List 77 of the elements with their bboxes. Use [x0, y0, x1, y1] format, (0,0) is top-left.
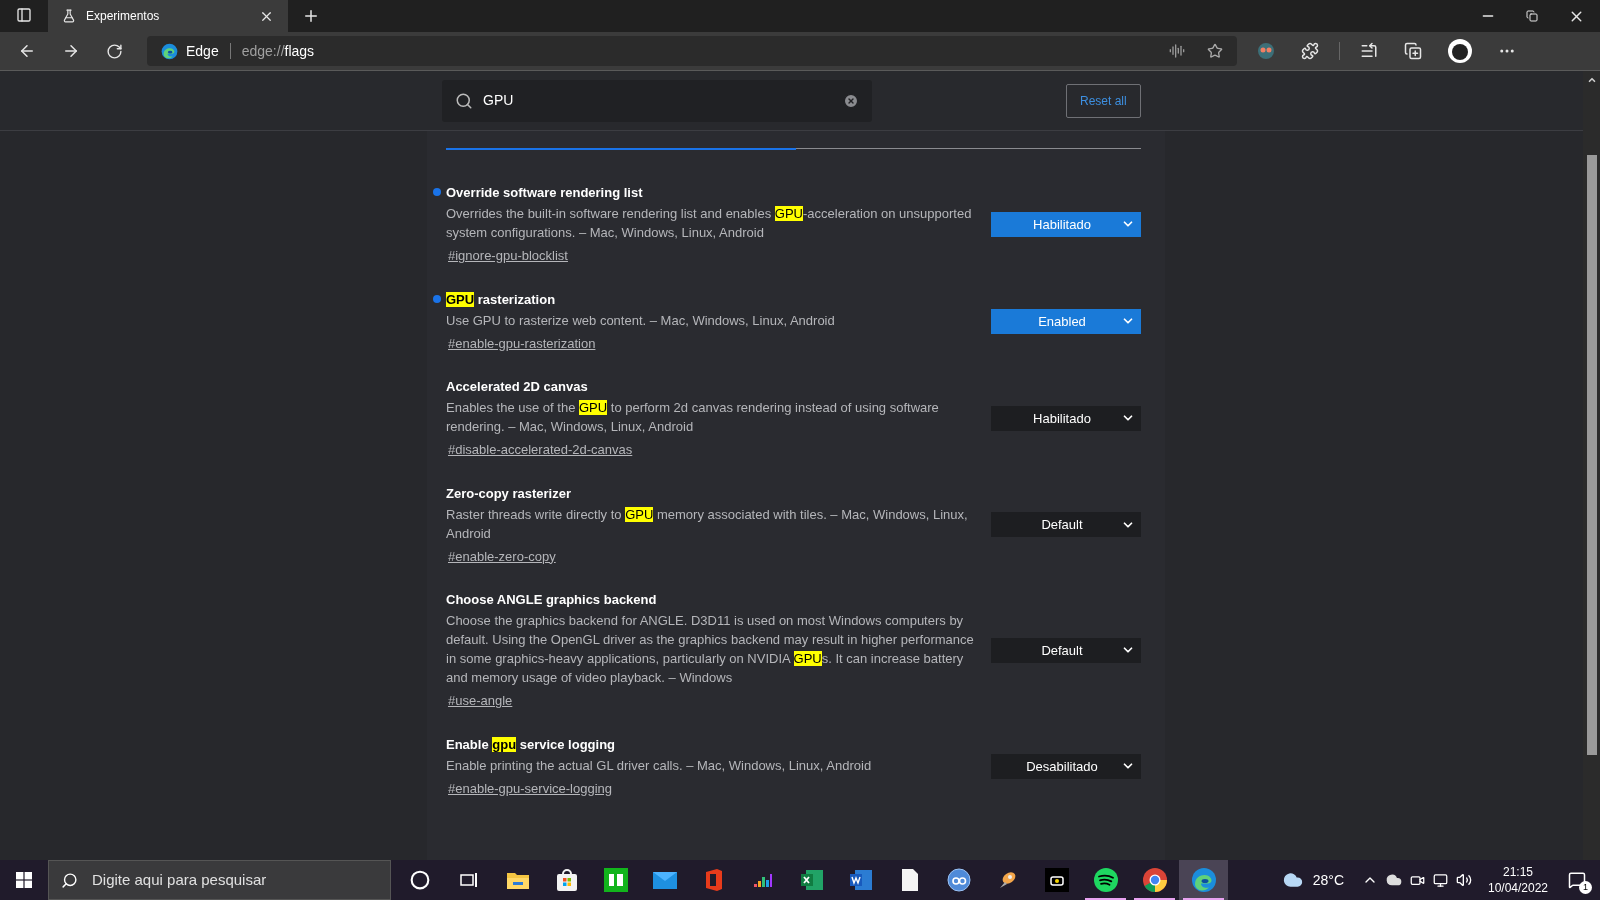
- favorite-star-icon[interactable]: [1207, 43, 1223, 59]
- flag-dropdown[interactable]: Habilitado: [991, 211, 1141, 237]
- cloud-icon[interactable]: [1386, 872, 1402, 888]
- volume-icon[interactable]: [1456, 872, 1472, 888]
- blank-file-icon: [900, 868, 919, 892]
- chrome-icon: [1141, 867, 1168, 893]
- edge-logo-icon: [1190, 867, 1217, 893]
- flag-title: Accelerated 2D canvas: [446, 378, 589, 396]
- clear-icon[interactable]: [843, 92, 859, 109]
- flag-description: Raster threads write directly to GPU memory associated with tiles. – Mac, Windows, Linux, Android: [446, 505, 969, 543]
- circle-icon: [409, 870, 430, 890]
- flag-title: Override software rendering list: [446, 184, 644, 202]
- search-input[interactable]: GPU: [483, 90, 833, 111]
- flag-description: Enable printing the actual GL driver calls. – Mac, Windows, Linux, Android: [446, 756, 873, 775]
- url-text: edge://flags: [241, 41, 315, 61]
- restore-icon[interactable]: [1526, 10, 1538, 22]
- new-tab-icon[interactable]: [302, 7, 320, 25]
- reset-all-button[interactable]: Reset all: [1066, 83, 1141, 118]
- store-bag-icon: [554, 868, 579, 892]
- office-icon: [703, 868, 724, 892]
- extensions-icon[interactable]: [1301, 42, 1319, 60]
- site-label: Edge: [186, 41, 219, 61]
- favorites-list-icon[interactable]: [1360, 42, 1378, 60]
- flag-dropdown[interactable]: Default: [991, 512, 1141, 538]
- temperature[interactable]: 28°C: [1312, 869, 1344, 891]
- search-field[interactable]: GPU: [442, 79, 872, 122]
- refresh-icon[interactable]: [106, 42, 123, 60]
- weather-cloud-icon[interactable]: [1282, 870, 1303, 890]
- spotify-icon: [1092, 867, 1119, 893]
- flag-description: Enables the use of the GPU to perform 2d canvas rendering instead of using software rendering. – Mac, Windows, Linux, Android: [446, 399, 940, 436]
- flag-link[interactable]: #ignore-gpu-blocklist: [448, 246, 568, 265]
- flag-dropdown[interactable]: Default: [991, 637, 1141, 663]
- flag-description: Overrides the built-in software rendering list and enables GPU-acceleration on unsupported system configurations. – Mac, Windows, Linux, Android: [446, 205, 973, 242]
- document-editor-icon: [848, 869, 873, 891]
- flask-icon: [62, 9, 76, 23]
- scroll-up-icon[interactable]: [1586, 75, 1597, 85]
- flag-link[interactable]: #use-angle: [448, 691, 513, 710]
- flag-link[interactable]: #disable-accelerated-2d-canvas: [448, 440, 633, 459]
- address-bar[interactable]: Edge edge://flags: [147, 36, 1237, 66]
- network-icon[interactable]: [1433, 872, 1448, 888]
- tab-actions-icon[interactable]: [16, 7, 32, 23]
- envelope-icon: [651, 870, 678, 890]
- clock[interactable]: 21:15 10/04/2022: [1482, 864, 1554, 896]
- flag-link[interactable]: #enable-gpu-service-logging: [448, 778, 613, 798]
- windows-logo-icon[interactable]: [16, 872, 32, 888]
- collections-icon[interactable]: [1404, 42, 1422, 60]
- flag-title: Choose ANGLE graphics backend: [446, 591, 658, 609]
- sound-waves-icon[interactable]: [1169, 43, 1185, 59]
- flag-title: Zero-copy rasterizer: [446, 484, 572, 503]
- search-icon: [61, 871, 78, 889]
- flag-dropdown[interactable]: Enabled: [991, 308, 1141, 334]
- flag-link[interactable]: #enable-zero-copy: [448, 546, 556, 566]
- search-icon: [455, 91, 473, 110]
- spreadsheet-icon: [799, 869, 824, 891]
- browser-tab[interactable]: Experimentos: [48, 0, 288, 32]
- notifications-icon[interactable]: [1568, 871, 1586, 889]
- flag-dropdown[interactable]: Desabilitado: [991, 753, 1141, 779]
- app-tile-icon: [603, 868, 628, 892]
- tv-icon: [1044, 868, 1069, 892]
- avatar-icon[interactable]: [1448, 39, 1472, 63]
- folder-icon: [505, 870, 530, 890]
- task-view-icon: [459, 872, 478, 888]
- flag-title: GPU rasterization: [446, 290, 557, 309]
- tab-title: Experimentos: [86, 8, 161, 25]
- rings-icon: [946, 868, 971, 892]
- flag-link[interactable]: #enable-gpu-rasterization: [448, 333, 596, 353]
- flag-title: Enable gpu service logging: [446, 735, 617, 754]
- forward-icon[interactable]: [62, 42, 80, 60]
- flag-description: Use GPU to rasterize web content. – Mac, Windows, Linux, Android: [446, 311, 836, 330]
- taskbar-search-field[interactable]: Digite aqui para pesquisar: [48, 860, 391, 900]
- mascot-icon[interactable]: [1257, 42, 1275, 60]
- flag-dropdown[interactable]: Habilitado: [991, 405, 1141, 431]
- flag-description: Choose the graphics backend for ANGLE. D3D11 is used on most Windows computers by default. Using the OpenGL driver as the graphics backend may result in higher performance in some graphics-heavy applications, particularly on NVIDIA GPUs. It can increase battery and memory usage of video playback. – Windows: [446, 612, 975, 687]
- edge-logo-icon: [161, 42, 178, 60]
- notification-badge: 1: [1579, 881, 1592, 894]
- equalizer-icon: [752, 872, 773, 888]
- back-icon[interactable]: [18, 42, 36, 60]
